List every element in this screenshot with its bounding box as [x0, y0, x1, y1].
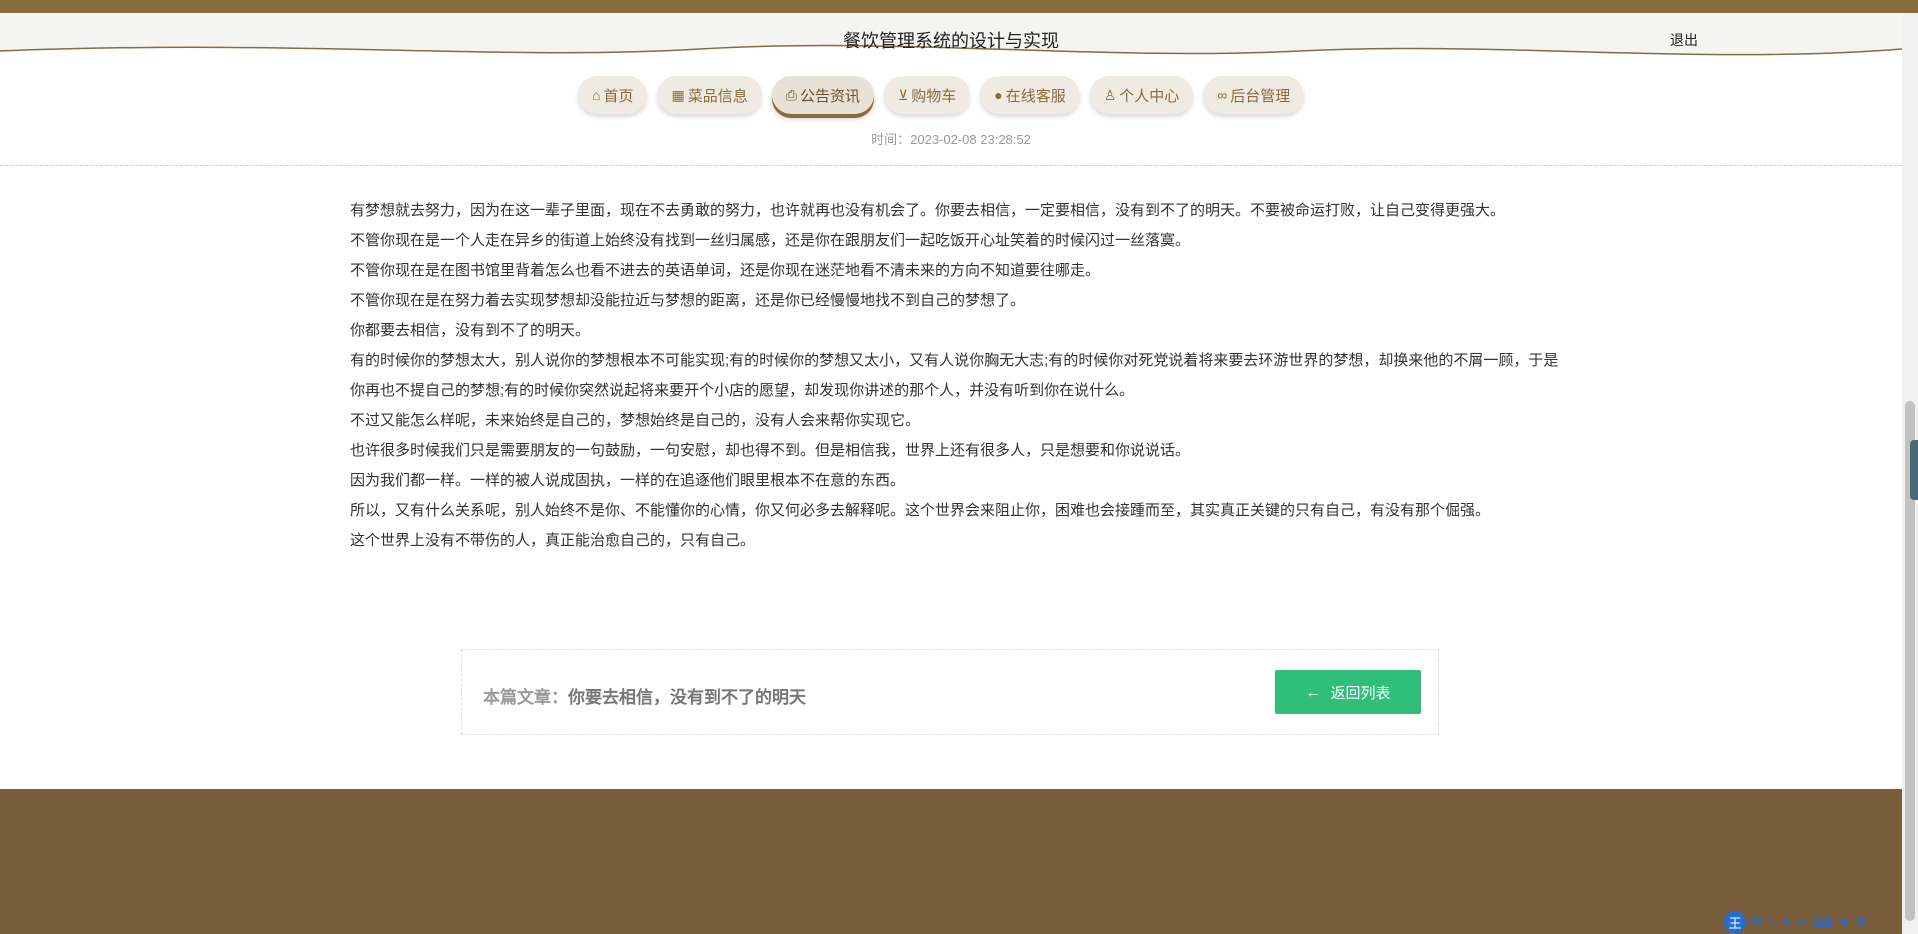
article-paragraph: 也许很多时候我们只是需要朋友的一句鼓励，一句安慰，却也得不到。但是相信我，世界上… [350, 442, 1191, 459]
logout-link[interactable]: 退出 [1670, 30, 1698, 50]
header-bar: 餐饮管理系统的设计与实现 退出 [0, 13, 1902, 65]
pen-icon[interactable]: ✎ [1782, 915, 1794, 929]
nav-item-cart[interactable]: ⊻ 购物车 [883, 76, 971, 114]
arrow-left-icon: ← [1305, 683, 1321, 701]
home-icon: ⌂ [592, 87, 601, 103]
top-brown-strip [0, 0, 1918, 13]
keyboard-icon[interactable]: ⌨ [1813, 915, 1833, 929]
nav-item-label: 后台管理 [1230, 87, 1291, 105]
nav-item-home[interactable]: ⌂ 首页 [578, 76, 648, 114]
nav-item-dishes[interactable]: ▦ 菜品信息 [657, 76, 762, 114]
chat-icon: ● [994, 87, 1003, 103]
article-footer-box: 本篇文章：你要去相信，没有到不了的明天 ← 返回列表 [461, 649, 1439, 735]
nav-item-label: 菜品信息 [687, 87, 748, 105]
printer-icon: ⎙ [785, 87, 797, 103]
article-paragraph: 这个世界上没有不带伤的人，真正能治愈自己的，只有自己。 [350, 532, 756, 549]
ime-logo[interactable]: 王 [1724, 911, 1746, 933]
back-to-list-label: 返回列表 [1330, 684, 1391, 702]
article-paragraph: 不管你现在是在努力着去实现梦想却没能拉近与梦想的距离，还是你已经慢慢地找不到自己… [350, 292, 1026, 309]
nav-item-label: 首页 [603, 87, 634, 105]
ime-mode[interactable]: 中 [1750, 915, 1764, 929]
article-paragraph: 不过又能怎么样呢，未来始终是自己的，梦想始终是自己的，没有人会来帮你实现它。 [350, 412, 921, 429]
footer-band [0, 789, 1902, 934]
ime-toolbar: 王 中 °, ✎ ✂ ⌨ ▼ ⚙ [1724, 911, 1868, 933]
nav-item-support[interactable]: ● 在线客服 [980, 76, 1080, 114]
cart-icon: ⊻ [897, 87, 909, 103]
current-article-title: 你要去相信，没有到不了的明天 [568, 688, 806, 707]
grid-icon: ▦ [671, 87, 685, 103]
user-icon: ♙ [1103, 87, 1117, 103]
nav-item-label: 在线客服 [1005, 87, 1066, 105]
current-article-label: 本篇文章： [483, 688, 568, 707]
shirt-icon[interactable]: ▼ [1837, 915, 1851, 929]
side-floating-tab[interactable] [1910, 440, 1918, 500]
gear-icon[interactable]: ⚙ [1855, 915, 1868, 929]
link-icon: ∞ [1217, 87, 1228, 103]
main-nav: ⌂ 首页 ▦ 菜品信息 ⎙ 公告资讯 ⊻ 购物车 ● 在线客服 ♙ 个人中心 ∞… [578, 76, 1305, 116]
back-to-list-button[interactable]: ← 返回列表 [1275, 670, 1421, 714]
nav-item-news[interactable]: ⎙ 公告资讯 [771, 76, 874, 114]
site-title: 餐饮管理系统的设计与实现 [843, 31, 1059, 51]
article-paragraph: 不管你现在是在图书馆里背着怎么也看不进去的英语单词，还是你现在迷茫地看不清未来的… [350, 262, 1101, 279]
current-article: 本篇文章：你要去相信，没有到不了的明天 [483, 683, 806, 708]
article-paragraph: 有的时候你的梦想太大，别人说你的梦想根本不可能实现;有的时候你的梦想又太小，又有… [350, 352, 1559, 399]
nav-item-admin[interactable]: ∞ 后台管理 [1203, 76, 1305, 114]
nav-item-label: 购物车 [911, 87, 957, 105]
nav-item-label: 公告资讯 [799, 87, 860, 105]
nav-item-label: 个人中心 [1119, 87, 1180, 105]
article-paragraph: 你都要去相信，没有到不了的明天。 [350, 322, 591, 339]
article-paragraph: 不管你现在是一个人走在异乡的街道上始终没有找到一丝归属感，还是你在跟朋友们一起吃… [350, 232, 1191, 249]
scissors-icon[interactable]: ✂ [1797, 915, 1809, 929]
article-paragraph: 因为我们都一样。一样的被人说成固执，一样的在追逐他们眼里根本不在意的东西。 [350, 472, 906, 489]
article-paragraph: 所以，又有什么关系呢，别人始终不是你、不能懂你的心情，你又何必多去解释呢。这个世… [350, 502, 1491, 519]
article-body: 有梦想就去努力，因为在这一辈子里面，现在不去勇敢的努力，也许就再也没有机会了。你… [350, 196, 1560, 556]
article-paragraph: 有梦想就去努力，因为在这一辈子里面，现在不去勇敢的努力，也许就再也没有机会了。你… [350, 202, 1506, 219]
article-time: 时间：2023-02-08 23:28:52 [871, 132, 1031, 147]
divider [0, 165, 1902, 166]
nav-item-profile[interactable]: ♙ 个人中心 [1089, 76, 1194, 114]
punctuation-icon[interactable]: °, [1768, 915, 1778, 929]
